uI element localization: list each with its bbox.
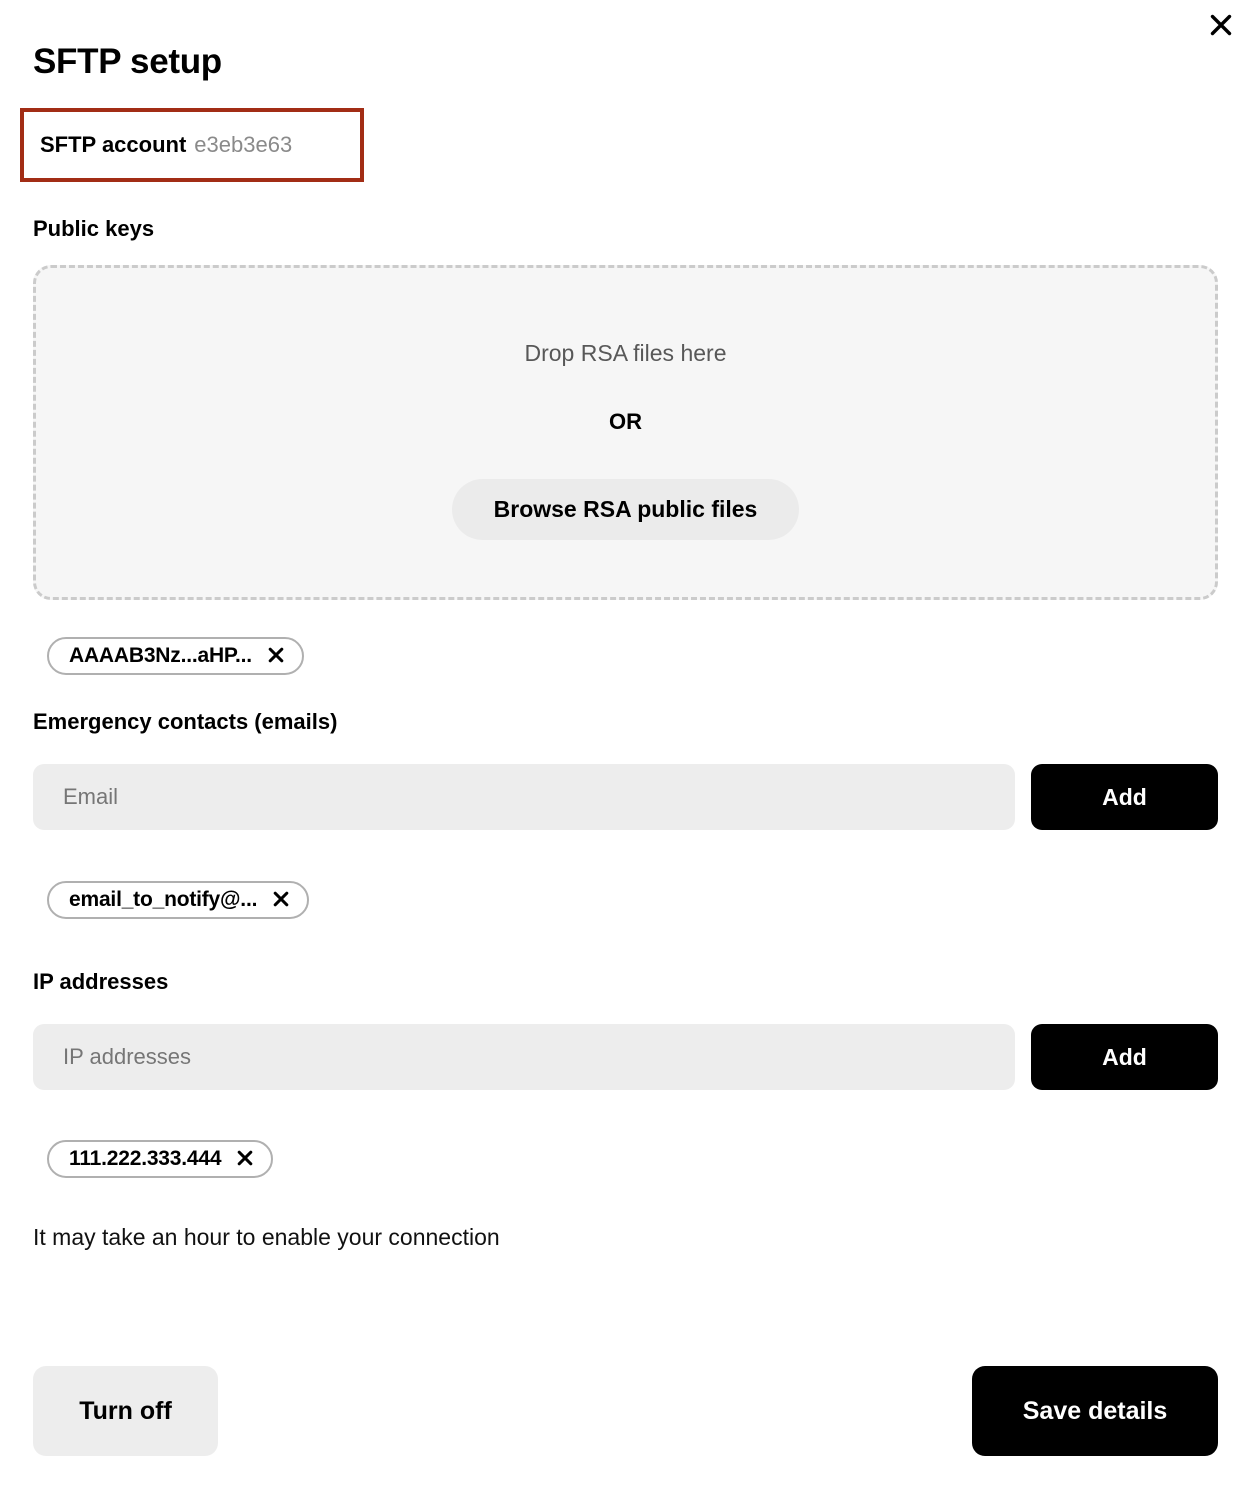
add-email-button[interactable]: Add xyxy=(1031,764,1218,830)
dropzone-hint: Drop RSA files here xyxy=(524,339,727,366)
close-button[interactable] xyxy=(1204,8,1238,42)
emergency-contacts-label: Emergency contacts (emails) xyxy=(33,709,338,734)
save-details-button[interactable]: Save details xyxy=(972,1366,1218,1456)
ip-addresses-input-row: Add xyxy=(33,1024,1218,1090)
dropzone-or-separator: OR xyxy=(609,408,642,434)
emergency-contacts-input-row: Add xyxy=(33,764,1218,830)
public-key-chip[interactable]: AAAAB3Nz...aHP... xyxy=(47,637,304,675)
ip-address-field[interactable] xyxy=(33,1024,1015,1090)
close-icon xyxy=(272,890,290,911)
sftp-setup-dialog: SFTP setup SFTP account e3eb3e63 Public … xyxy=(0,0,1258,1492)
email-chip[interactable]: email_to_notify@... xyxy=(47,881,310,919)
sftp-account-value: e3eb3e63 xyxy=(194,132,293,157)
email-field[interactable] xyxy=(33,764,1015,830)
chip-label: AAAAB3Nz...aHP... xyxy=(69,644,252,667)
browse-rsa-public-files-button[interactable]: Browse RSA public files xyxy=(451,478,800,540)
ip-addresses-label: IP addresses xyxy=(33,969,169,994)
chip-label: email_to_notify@... xyxy=(69,888,258,911)
chip-remove-button[interactable] xyxy=(235,1149,255,1169)
close-icon xyxy=(236,1149,254,1170)
close-icon xyxy=(267,646,285,667)
close-icon xyxy=(1208,12,1234,38)
chip-label: 111.222.333.444 xyxy=(69,1147,222,1170)
turn-off-button[interactable]: Turn off xyxy=(33,1366,218,1456)
sftp-account-label: SFTP account xyxy=(40,132,187,157)
ip-address-chip[interactable]: 111.222.333.444 xyxy=(47,1140,274,1178)
page-title: SFTP setup xyxy=(33,42,222,81)
public-keys-label: Public keys xyxy=(33,216,155,241)
sftp-account-highlight: SFTP account e3eb3e63 xyxy=(20,108,364,182)
chip-remove-button[interactable] xyxy=(266,646,286,666)
rsa-dropzone[interactable]: Drop RSA files here OR Browse RSA public… xyxy=(33,265,1218,600)
connection-delay-note: It may take an hour to enable your conne… xyxy=(33,1224,500,1250)
chip-remove-button[interactable] xyxy=(271,890,291,910)
add-ip-button[interactable]: Add xyxy=(1031,1024,1218,1090)
